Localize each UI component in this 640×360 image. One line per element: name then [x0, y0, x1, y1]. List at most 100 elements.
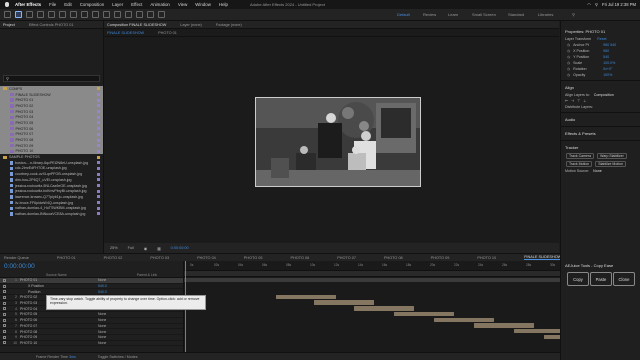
shape-tool-icon[interactable] [81, 11, 88, 18]
layer-name[interactable]: PHOTO 01 [20, 278, 70, 282]
label-color-swatch[interactable] [97, 121, 100, 125]
hand-tool-icon[interactable] [26, 11, 33, 18]
paste-ease-button[interactable]: Paste [590, 272, 612, 286]
search-icon[interactable]: ⚲ [595, 2, 598, 7]
work-area-bar[interactable] [184, 271, 560, 277]
timeline-tab[interactable]: PHOTO 03 [150, 256, 169, 260]
tab-layer[interactable]: Layer (none) [180, 23, 202, 27]
workspace-standard[interactable]: Standard [508, 12, 524, 17]
camera-tool-icon[interactable] [59, 11, 66, 18]
zoom-dropdown[interactable]: 25% [110, 246, 118, 250]
project-file-item[interactable]: boston-...n-library-6qcPEi2N8eU-unsplash… [0, 160, 103, 166]
timeline-tab[interactable]: PHOTO 07 [337, 256, 356, 260]
align-center-icon[interactable]: ⊣ [571, 99, 574, 103]
workspace-libraries[interactable]: Libraries [538, 12, 553, 17]
layer-duration-bar[interactable] [514, 328, 564, 334]
transform-value[interactable]: 100% [603, 73, 612, 77]
label-color-swatch[interactable] [97, 138, 100, 142]
tab-footage[interactable]: Footage (none) [216, 23, 242, 27]
property-value[interactable]: 540.0 [98, 284, 107, 288]
tab-composition[interactable]: Composition FINALE SLIDESHOW [107, 23, 166, 27]
timeline-tab[interactable]: PHOTO 01 [57, 256, 76, 260]
roto-tool-icon[interactable] [147, 11, 154, 18]
layer-duration-bar[interactable] [474, 323, 534, 328]
search-help-icon[interactable]: ⚲ [572, 12, 575, 17]
menu-layer[interactable]: Layer [112, 2, 123, 7]
track-motion-button[interactable]: Track Motion [566, 161, 593, 167]
transform-value[interactable]: 0x+0° [603, 67, 612, 71]
layer-name[interactable]: PHOTO 08 [20, 330, 70, 334]
parent-link-header[interactable]: Parent & Link [137, 273, 157, 277]
visibility-eye-icon[interactable] [3, 307, 6, 311]
effects-presets-title[interactable]: Effects & Presets [561, 129, 640, 138]
parent-dropdown[interactable]: None [98, 330, 106, 334]
visibility-eye-icon[interactable] [3, 324, 6, 328]
pen-tool-icon[interactable] [92, 11, 99, 18]
layer-name[interactable]: PHOTO 05 [20, 312, 70, 316]
align-right-icon[interactable]: ⊤ [577, 99, 580, 103]
tab-effect-controls[interactable]: Effect Controls PHOTO 01 [29, 23, 74, 27]
timeline-tab[interactable]: PHOTO 09 [431, 256, 450, 260]
label-color-swatch[interactable] [97, 87, 100, 91]
label-color-swatch[interactable] [97, 132, 100, 136]
property-value[interactable]: 540.0 [98, 290, 107, 294]
parent-dropdown[interactable]: None [98, 341, 106, 345]
apple-icon[interactable] [5, 2, 9, 7]
layer-name[interactable]: X Position [20, 284, 70, 288]
align-to-dropdown[interactable]: Composition [594, 93, 614, 97]
layer-name[interactable]: PHOTO 09 [20, 335, 70, 339]
selection-tool-icon[interactable] [15, 11, 22, 18]
type-tool-icon[interactable] [103, 11, 110, 18]
warp-stabilizer-button[interactable]: Warp Stabilizer [597, 153, 627, 159]
subtab-photo-01[interactable]: PHOTO 01 [158, 31, 177, 35]
timeline-tab[interactable]: PHOTO 02 [104, 256, 123, 260]
workspace-review[interactable]: Review [423, 12, 436, 17]
label-color-swatch[interactable] [97, 201, 100, 205]
rotate-tool-icon[interactable] [48, 11, 55, 18]
parent-dropdown[interactable]: None [98, 335, 106, 339]
reset-link[interactable]: Reset [597, 37, 606, 41]
workspace-default[interactable]: Default [397, 12, 410, 17]
track-camera-button[interactable]: Track Camera [566, 153, 595, 159]
timeline-tab[interactable]: PHOTO 08 [384, 256, 403, 260]
clone-tool-icon[interactable] [125, 11, 132, 18]
layer-row[interactable]: 10 PHOTO 10 None [0, 341, 183, 347]
clock-text[interactable]: Fri Jul 19 2:38 PM [602, 2, 636, 7]
visibility-eye-icon[interactable] [3, 312, 6, 316]
transform-value[interactable]: 960 [603, 49, 609, 53]
composition-photo[interactable] [255, 97, 421, 187]
visibility-eye-icon[interactable] [3, 335, 6, 339]
label-color-swatch[interactable] [97, 144, 100, 148]
wifi-icon[interactable]: ◠ [587, 2, 591, 7]
parent-dropdown[interactable]: None [98, 278, 106, 282]
label-color-swatch[interactable] [97, 93, 100, 97]
stopwatch-icon[interactable]: ◷ [567, 67, 570, 71]
stopwatch-icon[interactable]: ◷ [567, 73, 570, 77]
label-color-swatch[interactable] [97, 178, 100, 182]
workspace-small-screen[interactable]: Small Screen [472, 12, 496, 17]
layer-duration-bar[interactable] [314, 300, 374, 305]
timeline-tab[interactable]: Render Queue [4, 256, 29, 260]
timeline-tab[interactable]: PHOTO 10 [477, 256, 496, 260]
label-color-swatch[interactable] [97, 149, 100, 153]
home-tool-icon[interactable] [4, 11, 11, 18]
tab-project[interactable]: Project [3, 23, 15, 27]
label-color-swatch[interactable] [97, 212, 100, 216]
timeline-tab[interactable]: PHOTO 05 [244, 256, 263, 260]
visibility-eye-icon[interactable] [3, 284, 6, 288]
visibility-eye-icon[interactable] [3, 341, 6, 345]
parent-dropdown[interactable]: None [98, 318, 106, 322]
audio-title[interactable]: Audio [561, 115, 640, 124]
timeline-tab[interactable]: FINALE SLIDESHOW [524, 255, 560, 260]
puppet-tool-icon[interactable] [158, 11, 165, 18]
layer-name[interactable]: PHOTO 10 [20, 341, 70, 345]
source-name-header[interactable]: Source Name [46, 273, 67, 277]
stopwatch-icon[interactable]: ◷ [567, 55, 570, 59]
grid-icon[interactable]: ▦ [157, 246, 161, 251]
label-color-swatch[interactable] [97, 98, 100, 102]
app-name-menu[interactable]: After Effects [15, 2, 41, 7]
subtab-finale-slideshow[interactable]: FINALE SLIDESHOW [107, 31, 144, 35]
menu-file[interactable]: File [49, 2, 56, 7]
motion-source-dropdown[interactable]: None [593, 169, 602, 173]
visibility-eye-icon[interactable] [3, 278, 6, 282]
